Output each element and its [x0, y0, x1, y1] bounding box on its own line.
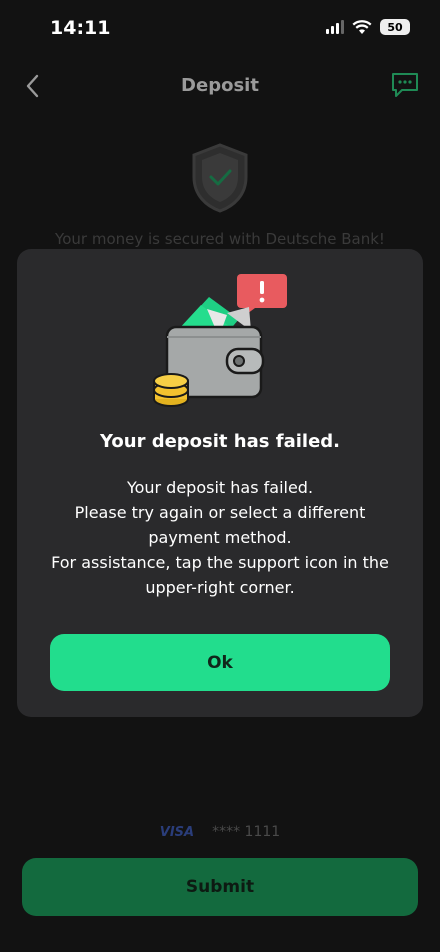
status-time: 14:11	[50, 17, 111, 39]
card-number: **** 1111	[212, 824, 281, 840]
visa-logo: VISA	[159, 825, 195, 840]
wifi-icon	[352, 19, 372, 34]
deposit-screen: 14:11 50 Deposit Your money is secured w…	[0, 0, 440, 952]
ok-button[interactable]: Ok	[50, 634, 390, 691]
submit-button[interactable]: Submit	[22, 858, 418, 916]
status-icons: 50	[326, 19, 410, 35]
dialog-message-line: Your deposit has failed.	[126, 478, 314, 497]
dialog-title: Your deposit has failed.	[100, 431, 340, 452]
cellular-signal-icon	[326, 20, 344, 34]
dialog-message-line: For assistance, tap the support icon in …	[51, 553, 389, 572]
dialog-message-line: upper-right corner.	[145, 578, 295, 597]
page-title: Deposit	[181, 75, 259, 96]
support-button[interactable]	[390, 70, 420, 100]
header: Deposit	[0, 62, 440, 110]
wallet-error-icon	[153, 274, 287, 407]
battery-icon: 50	[380, 19, 410, 35]
dialog-message-line: Please try again or select a different	[74, 503, 366, 522]
chat-bubble-icon	[392, 73, 418, 97]
payment-method-info[interactable]: VISA **** 1111	[0, 824, 440, 840]
secured-message: Your money is secured with Deutsche Bank…	[55, 230, 385, 248]
status-bar: 14:11 50	[0, 0, 440, 56]
deposit-failed-dialog: Your deposit has failed. Your deposit ha…	[17, 249, 423, 717]
shield-check-icon	[192, 143, 248, 213]
dialog-message: Your deposit has failed. Please try agai…	[31, 475, 409, 600]
dialog-message-line: payment method.	[148, 528, 292, 547]
